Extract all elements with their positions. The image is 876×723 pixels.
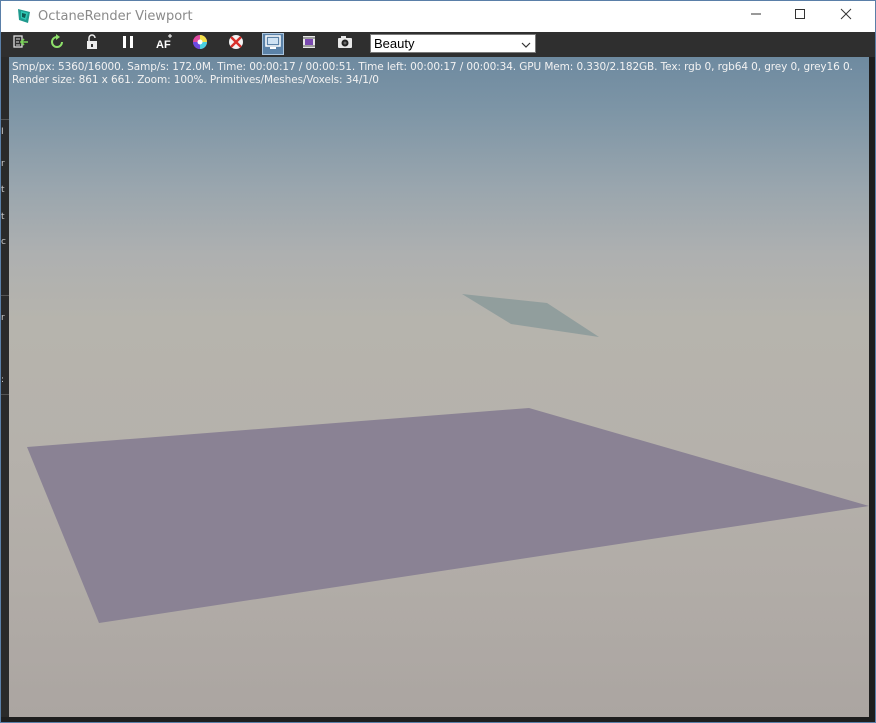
maximize-icon [794, 7, 806, 25]
auto-focus-button[interactable]: AF [153, 33, 175, 55]
lock-icon [83, 33, 101, 56]
window-bottom-edge [1, 717, 875, 722]
window-title: OctaneRender Viewport [38, 9, 193, 24]
minimize-icon [750, 7, 762, 25]
ground-plane [27, 408, 869, 623]
render-pass-select[interactable]: Beauty [370, 34, 536, 53]
chevron-down-icon [521, 38, 531, 53]
panel-edge-glyph: : [1, 375, 5, 385]
render-stats-line-2: Render size: 861 x 661. Zoom: 100%. Prim… [12, 74, 379, 86]
refresh-icon [48, 33, 66, 56]
octane-app-icon [16, 8, 32, 24]
close-button[interactable] [823, 1, 869, 31]
af-icon: AF [154, 33, 174, 56]
floating-plane [462, 294, 599, 337]
title-bar[interactable]: OctaneRender Viewport [1, 1, 875, 32]
render-viewport[interactable]: Smp/px: 5360/16000. Samp/s: 172.0M. Time… [9, 57, 869, 717]
lock-button[interactable] [81, 33, 103, 55]
render-pass-value: Beauty [374, 36, 415, 51]
maximize-button[interactable] [777, 1, 823, 31]
color-picker-button[interactable] [189, 33, 211, 55]
film-settings-button[interactable] [298, 33, 320, 55]
octane-viewport-window: OctaneRender Viewport AF Beauty I r t t … [0, 0, 876, 723]
region-icon [227, 33, 245, 56]
region-render-button[interactable] [225, 33, 247, 55]
panel-edge-glyph: r [1, 313, 5, 323]
minimize-button[interactable] [733, 1, 779, 31]
monitor-icon [264, 33, 282, 56]
render-stats-line-1: Smp/px: 5360/16000. Samp/s: 172.0M. Time… [12, 61, 853, 73]
send-scene-button[interactable] [10, 33, 32, 55]
film-icon [300, 33, 318, 56]
render-scene [27, 294, 869, 623]
viewport-display-button[interactable] [262, 33, 284, 55]
pause-icon [119, 33, 137, 56]
render-stats: Smp/px: 5360/16000. Samp/s: 172.0M. Time… [12, 61, 853, 87]
camera-button[interactable] [334, 33, 356, 55]
color-wheel-icon [191, 33, 209, 56]
panel-edge-glyph: r [1, 159, 5, 169]
send-icon [12, 33, 30, 56]
panel-edge-glyph: c [1, 237, 6, 247]
panel-edge-glyph: I [1, 127, 4, 137]
restart-render-button[interactable] [46, 33, 68, 55]
panel-edge-glyph: t [1, 185, 5, 195]
left-side-panel-edge: I r t t c r : [1, 57, 9, 717]
panel-edge-glyph: t [1, 212, 5, 222]
camera-icon [336, 33, 354, 56]
pause-render-button[interactable] [117, 33, 139, 55]
close-icon [840, 7, 852, 25]
svg-text:AF: AF [156, 39, 171, 51]
